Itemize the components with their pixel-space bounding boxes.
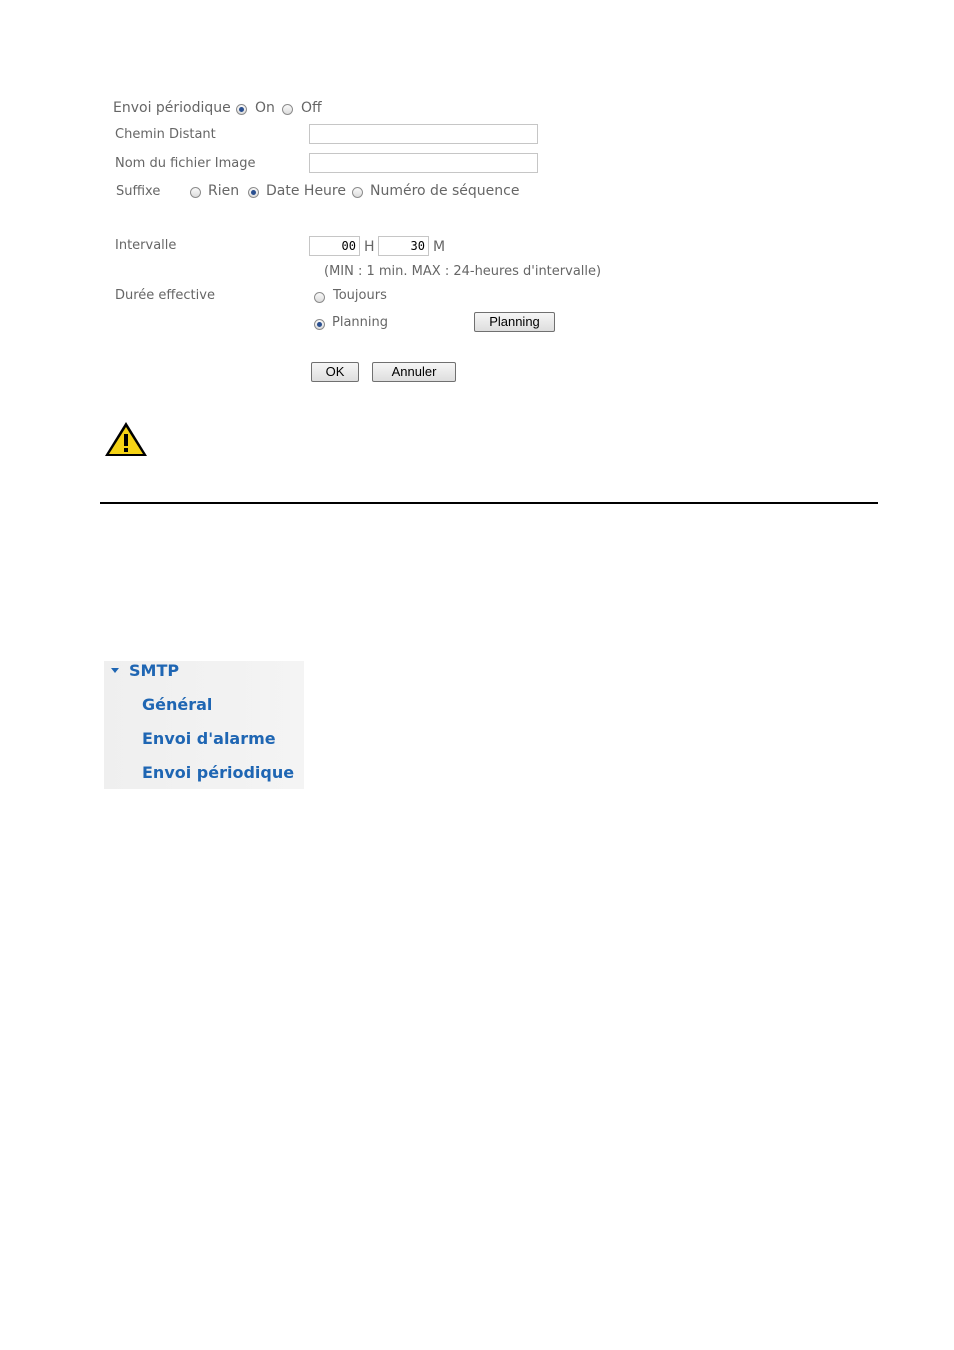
interval-hours-unit: H [364, 239, 375, 255]
periodic-on-label: On [255, 100, 275, 116]
image-name-input[interactable] [309, 153, 538, 173]
menu-item-general[interactable]: Général [142, 695, 212, 714]
periodic-off-radio[interactable] [282, 104, 293, 115]
suffix-none-radio[interactable] [190, 187, 201, 198]
interval-hours-input[interactable]: 00 [309, 236, 360, 256]
menu-item-periodic[interactable]: Envoi périodique [142, 763, 294, 782]
periodic-off-label: Off [301, 100, 322, 116]
duration-label: Durée effective [115, 288, 215, 303]
planning-button[interactable]: Planning [474, 312, 555, 332]
remote-path-label: Chemin Distant [115, 127, 216, 142]
horizontal-divider [100, 502, 878, 504]
suffix-label: Suffixe [116, 184, 161, 199]
duration-always-label: Toujours [333, 288, 387, 303]
suffix-datetime-label: Date Heure [266, 183, 346, 199]
interval-label: Intervalle [115, 238, 177, 253]
periodic-label: Envoi périodique [113, 100, 231, 116]
image-name-label: Nom du fichier Image [115, 156, 256, 171]
cancel-button[interactable]: Annuler [372, 362, 456, 382]
periodic-on-radio[interactable] [236, 104, 247, 115]
caret-down-icon[interactable] [110, 667, 120, 675]
duration-always-radio[interactable] [314, 292, 325, 303]
suffix-none-label: Rien [208, 183, 240, 199]
interval-hint: (MIN : 1 min. MAX : 24-heures d'interval… [324, 264, 602, 279]
warning-triangle-icon [105, 422, 147, 456]
suffix-sequence-label: Numéro de séquence [370, 183, 520, 199]
ok-button[interactable]: OK [311, 362, 359, 382]
interval-minutes-input[interactable]: 30 [378, 236, 429, 256]
suffix-sequence-radio[interactable] [352, 187, 363, 198]
menu-section-smtp[interactable]: SMTP [129, 661, 179, 680]
remote-path-input[interactable] [309, 124, 538, 144]
duration-planning-label: Planning [332, 315, 388, 330]
duration-planning-radio[interactable] [314, 319, 325, 330]
menu-item-alarm[interactable]: Envoi d'alarme [142, 729, 276, 748]
interval-minutes-unit: M [433, 239, 446, 255]
smtp-menu: SMTP Général Envoi d'alarme Envoi périod… [104, 661, 304, 789]
suffix-datetime-radio[interactable] [248, 187, 259, 198]
